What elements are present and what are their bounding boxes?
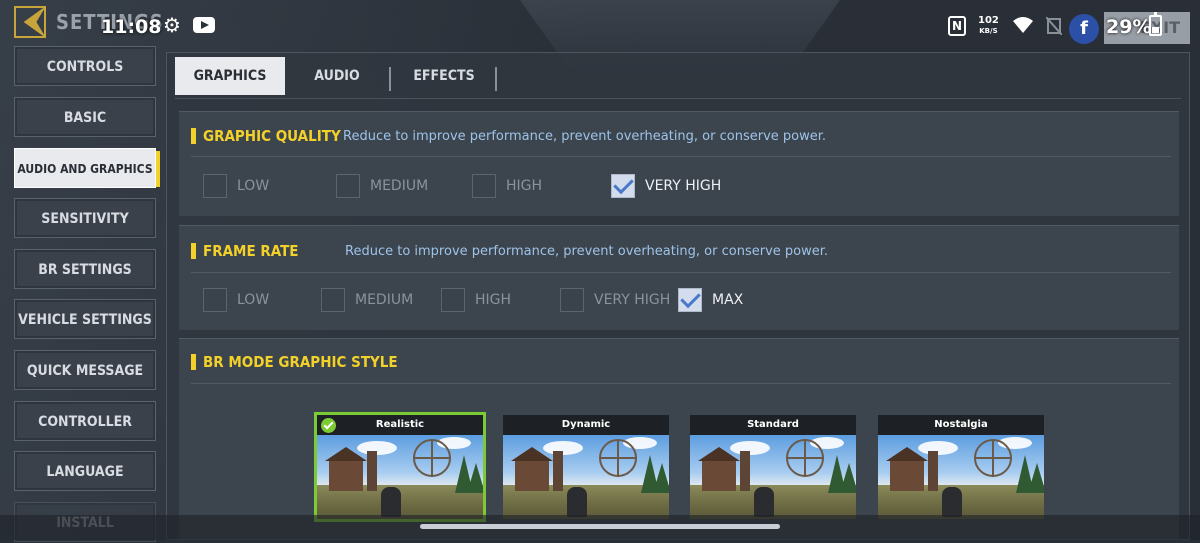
youtube-icon <box>193 17 215 33</box>
option-label: LOW <box>237 292 270 308</box>
section-divider <box>191 383 1171 384</box>
gear-icon: ⚙ <box>163 13 181 37</box>
checkbox[interactable] <box>336 174 360 198</box>
style-card-nostalgia[interactable]: Nostalgia <box>878 415 1044 519</box>
sidebar-item-language[interactable]: LANGUAGE <box>14 451 156 491</box>
checkbox-checked[interactable] <box>611 174 635 198</box>
option-label: MEDIUM <box>355 292 414 308</box>
frame-rate-title: FRAME RATE <box>191 242 299 260</box>
br-graphic-style-title: BR MODE GRAPHIC STYLE <box>191 353 398 371</box>
option-label: VERY HIGH <box>645 178 722 194</box>
battery-percent: 29% <box>1106 16 1152 38</box>
tab-graphics[interactable]: GRAPHICS <box>175 57 285 95</box>
option-label: HIGH <box>475 292 512 308</box>
frame-rate-section: FRAME RATE Reduce to improve performance… <box>179 225 1179 330</box>
style-preview-image <box>878 435 1044 519</box>
no-sim-icon <box>1046 17 1062 35</box>
graphic-quality-description: Reduce to improve performance, prevent o… <box>343 129 827 144</box>
battery-icon <box>1149 12 1162 36</box>
style-card-label: Standard <box>690 415 856 435</box>
sidebar-item-quick-message[interactable]: QUICK MESSAGE <box>14 350 156 390</box>
style-card-label: Nostalgia <box>878 415 1044 435</box>
wifi-icon <box>1013 17 1033 33</box>
checkbox-checked[interactable] <box>678 288 702 312</box>
option-label: MEDIUM <box>370 178 429 194</box>
tab-separator <box>495 67 497 91</box>
clock: 11:08 <box>101 16 162 38</box>
network-speed: 102 KB/S <box>978 15 999 37</box>
style-card-standard[interactable]: Standard <box>690 415 856 519</box>
checkbox[interactable] <box>560 288 584 312</box>
option-label: MAX <box>712 292 744 308</box>
tab-separator <box>389 67 391 91</box>
option-label: VERY HIGH <box>594 292 671 308</box>
style-preview-image <box>317 435 483 519</box>
checkbox[interactable] <box>472 174 496 198</box>
network-speed-unit: KB/S <box>979 27 998 35</box>
style-preview-image <box>690 435 856 519</box>
checkbox[interactable] <box>203 288 227 312</box>
section-divider <box>191 156 1171 157</box>
sidebar-item-sensitivity[interactable]: SENSITIVITY <box>14 198 156 238</box>
option-label: HIGH <box>506 178 543 194</box>
sidebar-item-br-settings[interactable]: BR SETTINGS <box>14 249 156 289</box>
style-card-label: Realistic <box>317 415 483 435</box>
sidebar-item-basic[interactable]: BASIC <box>14 97 156 137</box>
home-indicator[interactable] <box>420 524 780 529</box>
frame-rate-description: Reduce to improve performance, prevent o… <box>345 244 829 259</box>
tab-divider <box>175 98 1181 99</box>
checkbox[interactable] <box>441 288 465 312</box>
section-divider <box>191 272 1171 273</box>
network-speed-value: 102 <box>978 15 999 26</box>
main-panel: GRAPHICS AUDIO EFFECTS GRAPHIC QUALITY R… <box>166 52 1190 540</box>
option-label: LOW <box>237 178 270 194</box>
sidebar-item-controls[interactable]: CONTROLS <box>14 46 156 86</box>
sidebar-item-vehicle-settings[interactable]: VEHICLE SETTINGS <box>14 299 156 339</box>
br-graphic-style-section: BR MODE GRAPHIC STYLE Realistic Dynamic <box>179 338 1179 539</box>
checkbox[interactable] <box>203 174 227 198</box>
sidebar-item-controller[interactable]: CONTROLLER <box>14 401 156 441</box>
nfc-icon: N <box>948 16 966 36</box>
tab-audio[interactable]: AUDIO <box>297 57 377 95</box>
style-card-label: Dynamic <box>503 415 669 435</box>
style-preview-image <box>503 435 669 519</box>
style-card-realistic[interactable]: Realistic <box>314 412 486 522</box>
tab-effects[interactable]: EFFECTS <box>401 57 487 95</box>
sidebar-item-audio-and-graphics[interactable]: AUDIO AND GRAPHICS <box>14 148 160 188</box>
status-bar: SETTINGS 11:08 ⚙ EXIT N 102 KB/S f 29% <box>0 0 1200 52</box>
graphic-quality-section: GRAPHIC QUALITY Reduce to improve perfor… <box>179 111 1179 216</box>
selected-check-icon <box>321 418 336 433</box>
style-card-dynamic[interactable]: Dynamic <box>503 415 669 519</box>
graphic-quality-title: GRAPHIC QUALITY <box>191 127 341 145</box>
checkbox[interactable] <box>321 288 345 312</box>
facebook-icon: f <box>1069 14 1099 44</box>
